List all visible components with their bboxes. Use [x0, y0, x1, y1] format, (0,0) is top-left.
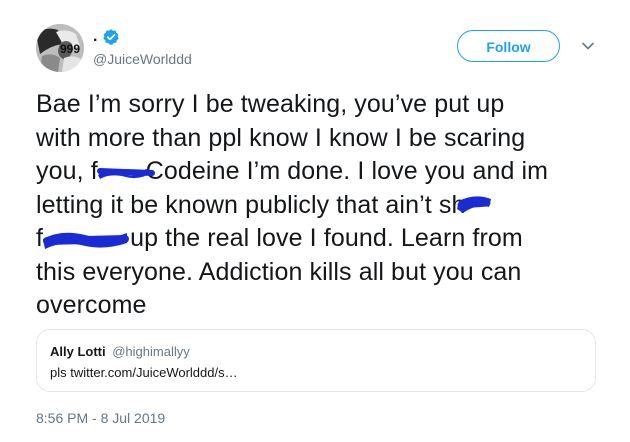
tweet-line: overcome: [36, 291, 147, 319]
quoted-author-row: Ally Lotti @highimallyy: [50, 343, 190, 360]
chevron-down-icon[interactable]: [580, 38, 596, 54]
tweet-line: up the real love I found. Learn from: [123, 224, 523, 252]
avatar-photo-icon: 999: [36, 24, 84, 72]
verified-badge-icon: [102, 28, 120, 46]
quoted-tweet-card[interactable]: Ally Lotti @highimallyy pls twitter.com/…: [36, 329, 596, 392]
tweet-line: you, f: [36, 157, 98, 185]
author-display-name[interactable]: .: [93, 26, 97, 48]
author-handle[interactable]: @JuiceWorlddd: [93, 50, 192, 68]
follow-button[interactable]: Follow: [457, 30, 560, 62]
tweet-text: Bae I’m sorry I be tweaking, you’ve put …: [36, 88, 606, 323]
tweet-timestamp[interactable]: 8:56 PM - 8 Jul 2019: [36, 409, 165, 427]
quoted-author-name: Ally Lotti: [50, 344, 106, 359]
tweet-line: Bae I’m sorry I be tweaking, you’ve put …: [36, 90, 505, 118]
quoted-author-handle: @highimallyy: [112, 344, 190, 359]
author-avatar[interactable]: 999: [36, 24, 84, 72]
svg-text:999: 999: [60, 42, 80, 56]
author-name-row: .: [93, 26, 120, 48]
quoted-tweet-text: pls twitter.com/JuiceWorlddd/s…: [50, 365, 238, 380]
tweet-card: 999 . @JuiceWorlddd Follow Bae I’m sorry…: [0, 0, 630, 442]
tweet-line: Codeine I’m done. I love you and im: [145, 157, 549, 185]
tweet-line: letting it be known publicly that ain’t …: [36, 190, 466, 219]
tweet-line: with more than ppl know I know I be scar…: [36, 123, 526, 152]
tweet-line: this everyone. Addiction kills all but y…: [36, 257, 522, 286]
